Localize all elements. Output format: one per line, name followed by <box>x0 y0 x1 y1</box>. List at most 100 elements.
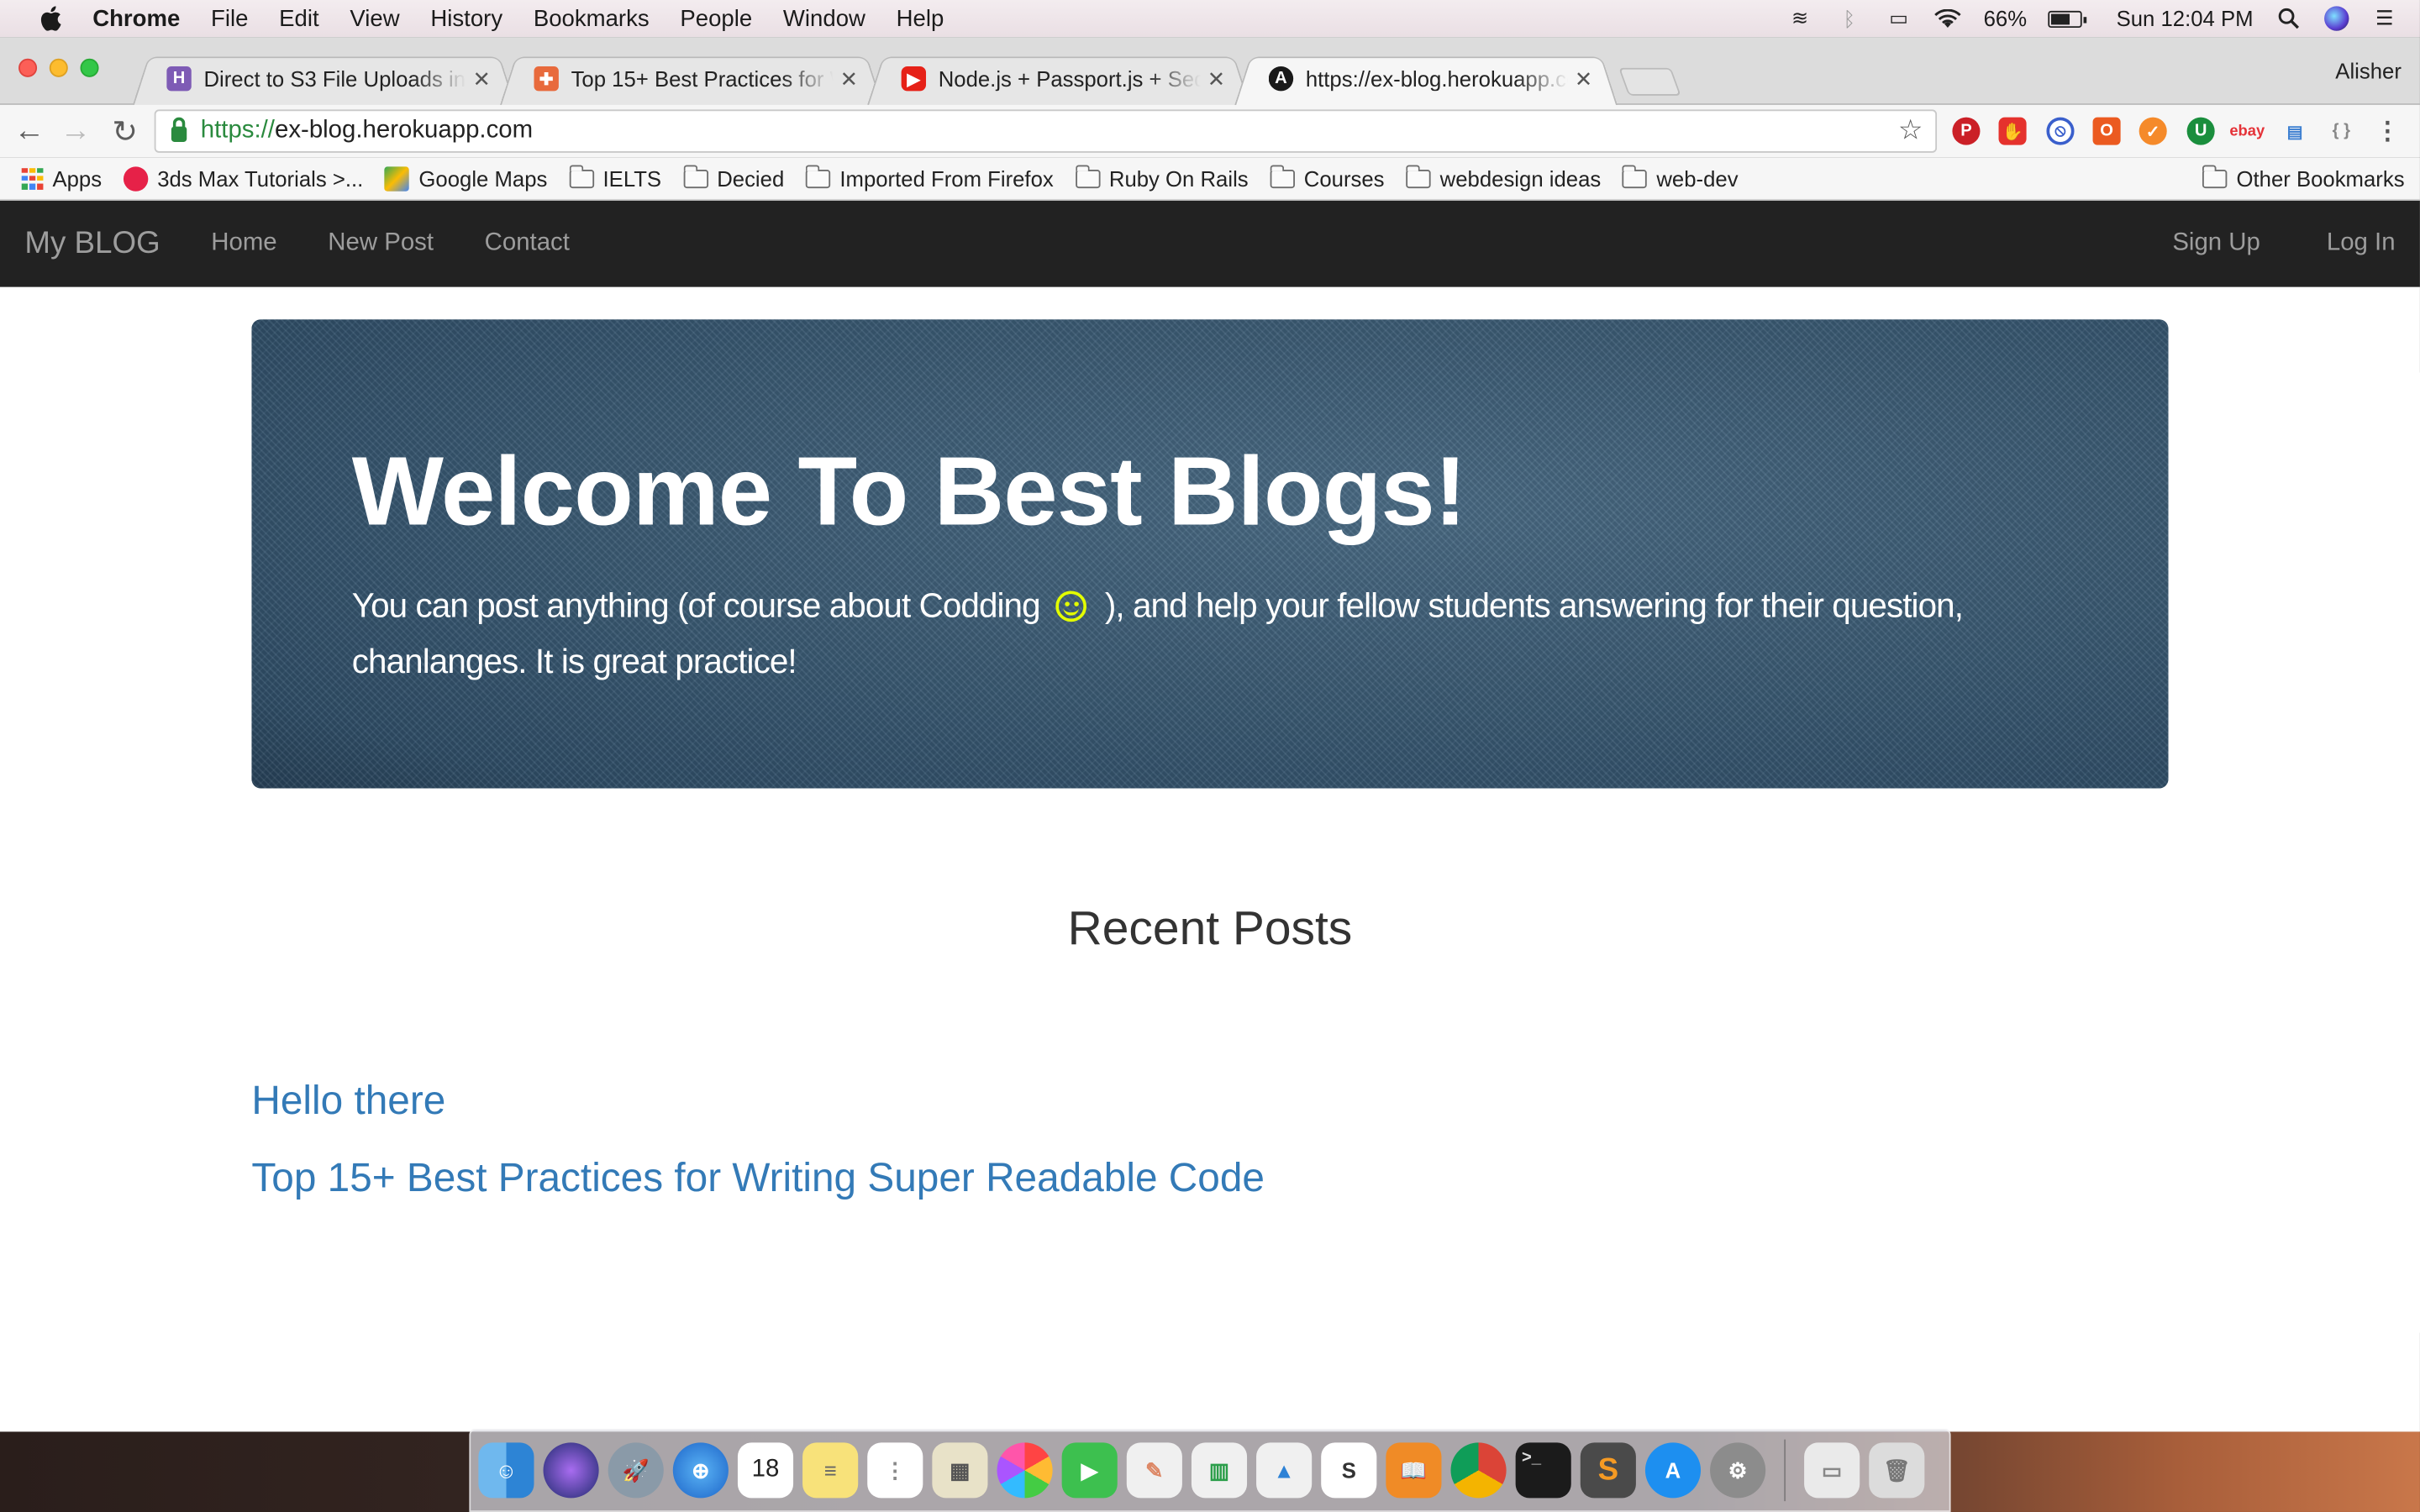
tab-title: https://ex-blog.herokuapp.com <box>1305 66 1569 92</box>
terminal-icon[interactable]: >_ <box>1515 1442 1571 1499</box>
nav-new-post[interactable]: New Post <box>328 230 434 258</box>
bookmark-web-dev[interactable]: web-dev <box>1622 164 1739 191</box>
keynote-icon[interactable]: ▲ <box>1256 1442 1313 1499</box>
menu-history[interactable]: History <box>430 5 502 31</box>
profile-button[interactable]: Alisher <box>2335 59 2402 83</box>
downloads-stack-icon[interactable]: ▭ <box>1804 1442 1860 1499</box>
block-icon[interactable]: ⦸ <box>2046 117 2075 145</box>
url-scheme: https:// <box>200 117 275 144</box>
close-tab-icon[interactable]: ✕ <box>1207 66 1226 92</box>
battery-icon[interactable] <box>2048 9 2087 28</box>
preview-icon[interactable]: ▦ <box>932 1442 988 1499</box>
tab-s3-uploads[interactable]: H Direct to S3 File Uploads in Node.js ✕ <box>132 52 516 105</box>
wifi-icon[interactable] <box>1934 8 1962 29</box>
zoom-window-button[interactable] <box>80 58 99 77</box>
folder-icon <box>569 164 594 188</box>
close-tab-icon[interactable]: ✕ <box>473 66 492 92</box>
chrome-icon[interactable] <box>1450 1442 1507 1499</box>
post-link-hello-there[interactable]: Hello there <box>251 1077 445 1125</box>
menu-kebab-icon[interactable]: ⋮ <box>2374 118 2402 144</box>
clip-icon[interactable]: ✓ <box>2139 117 2167 145</box>
reminders-icon[interactable]: ⋮ <box>867 1442 923 1499</box>
nav-log-in[interactable]: Log In <box>2327 230 2396 258</box>
bookmark-label: Imported From Firefox <box>839 165 1054 191</box>
close-window-button[interactable] <box>18 58 38 77</box>
menu-view[interactable]: View <box>350 5 399 31</box>
nav-home[interactable]: Home <box>211 230 276 258</box>
bookmark-label: Courses <box>1303 165 1385 191</box>
dock-separator <box>1784 1439 1786 1502</box>
bluetooth-icon[interactable]: ᛒ <box>1835 7 1863 30</box>
close-tab-icon[interactable]: ✕ <box>840 66 859 92</box>
forward-arrow-icon[interactable]: → <box>59 113 92 148</box>
bookmark-webdesign-ideas[interactable]: webdesign ideas <box>1406 164 1601 191</box>
slack-icon[interactable]: S <box>1321 1442 1377 1499</box>
menu-people[interactable]: People <box>680 5 752 31</box>
screenshot-icon[interactable]: ▤ <box>2281 118 2309 145</box>
site-icon: A <box>1268 66 1294 92</box>
pinterest-icon[interactable]: P <box>1952 117 1981 145</box>
safari-icon[interactable]: ⊕ <box>672 1442 729 1499</box>
site-brand[interactable]: My BLOG <box>24 226 160 261</box>
mac-menu-bar: Chrome File Edit View History Bookmarks … <box>0 0 2420 38</box>
bookmark-google-maps[interactable]: Google Maps <box>385 165 547 191</box>
browser-toolbar: ← → ↻ https://ex-blog.herokuapp.com ☆ P … <box>0 104 2420 158</box>
bookmark-decied[interactable]: Decied <box>682 164 784 191</box>
grammar-icon[interactable]: U <box>2186 117 2215 145</box>
finder-icon[interactable]: ☺ <box>478 1442 534 1499</box>
photos-icon[interactable] <box>997 1442 1053 1499</box>
bookmark-ielts[interactable]: IELTS <box>569 164 661 191</box>
ibooks-icon[interactable]: 📖 <box>1386 1442 1442 1499</box>
menu-window[interactable]: Window <box>783 5 865 31</box>
app-store-icon[interactable]: A <box>1644 1442 1702 1499</box>
launchpad-icon[interactable]: 🚀 <box>608 1442 664 1499</box>
menu-clock[interactable]: Sun 12:04 PM <box>2117 6 2254 30</box>
siri-dock-icon[interactable] <box>543 1442 599 1499</box>
post-link-best-practices[interactable]: Top 15+ Best Practices for Writing Super… <box>251 1154 1265 1202</box>
address-bar[interactable]: https://ex-blog.herokuapp.com ☆ <box>154 109 1938 153</box>
pages-icon[interactable]: ✎ <box>1126 1442 1182 1499</box>
youtube-icon: ▶ <box>901 66 927 92</box>
bookmark-courses[interactable]: Courses <box>1270 164 1385 191</box>
bookmark-other[interactable]: Other Bookmarks <box>2202 164 2405 191</box>
calendar-icon[interactable]: 18 <box>737 1442 794 1499</box>
bookmark-3ds-max[interactable]: 3ds Max Tutorials >... <box>123 165 363 191</box>
spotlight-search-icon[interactable] <box>2275 8 2302 29</box>
apple-icon[interactable] <box>31 6 71 31</box>
tab-ex-blog[interactable]: A https://ex-blog.herokuapp.com ✕ <box>1234 52 1618 105</box>
ebay-icon[interactable]: ebay <box>2229 118 2265 145</box>
numbers-icon[interactable]: ▥ <box>1191 1442 1248 1499</box>
bookmarks-bar: Apps 3ds Max Tutorials >... Google Maps … <box>0 157 2420 201</box>
json-viewer-icon[interactable]: { } <box>2328 118 2355 145</box>
menu-file[interactable]: File <box>211 5 248 31</box>
menu-edit[interactable]: Edit <box>279 5 318 31</box>
adblock-icon[interactable]: ✋ <box>1998 117 2027 145</box>
system-preferences-icon[interactable]: ⚙ <box>1710 1442 1766 1499</box>
facetime-icon[interactable]: ▶ <box>1061 1442 1118 1499</box>
menu-app-name[interactable]: Chrome <box>92 5 180 31</box>
stack-icon[interactable]: ≋ <box>1786 6 1813 29</box>
nav-contact[interactable]: Contact <box>485 230 570 258</box>
trash-icon[interactable]: 🗑 <box>1869 1442 1925 1499</box>
office-icon[interactable]: O <box>2092 117 2121 145</box>
new-tab-button[interactable] <box>1618 67 1681 96</box>
bookmark-star-icon[interactable]: ☆ <box>1898 114 1923 147</box>
notification-center-icon[interactable]: ☰ <box>2370 6 2398 29</box>
minimize-window-button[interactable] <box>49 58 68 77</box>
menu-help[interactable]: Help <box>897 5 944 31</box>
bookmark-imported-firefox[interactable]: Imported From Firefox <box>805 164 1054 191</box>
airplay-icon[interactable]: ▭ <box>1885 6 1912 29</box>
sublime-text-icon[interactable]: S <box>1580 1442 1636 1499</box>
siri-icon[interactable] <box>2324 6 2349 31</box>
back-arrow-icon[interactable]: ← <box>13 113 46 148</box>
menu-bookmarks[interactable]: Bookmarks <box>534 5 650 31</box>
tab-passport-video[interactable]: ▶ Node.js + Passport.js + Sequelize ✕ <box>867 52 1250 105</box>
reload-icon[interactable]: ↻ <box>108 114 142 149</box>
bookmark-apps[interactable]: Apps <box>21 165 102 191</box>
close-tab-icon[interactable]: ✕ <box>1575 66 1593 92</box>
notes-icon[interactable]: ≡ <box>802 1442 859 1499</box>
battery-percent: 66% <box>1983 6 2028 31</box>
nav-sign-up[interactable]: Sign Up <box>2172 230 2260 258</box>
tab-best-practices[interactable]: ✚ Top 15+ Best Practices for Writing ✕ <box>500 52 883 105</box>
bookmark-ruby-on-rails[interactable]: Ruby On Rails <box>1075 164 1249 191</box>
